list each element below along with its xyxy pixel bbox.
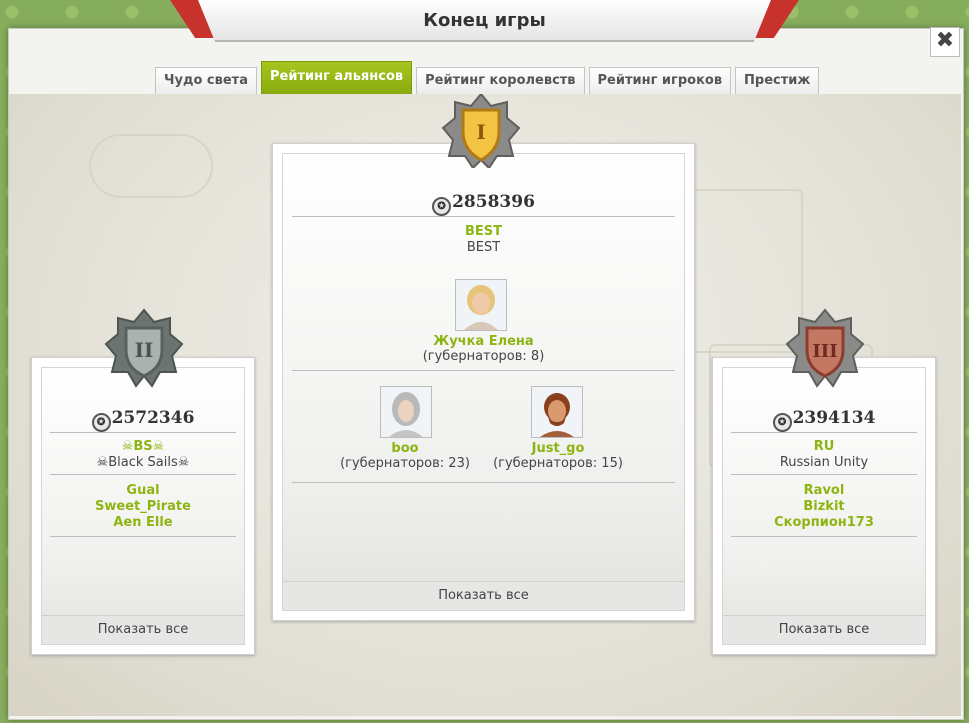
points-icon: ✪: [772, 413, 792, 432]
avatar[interactable]: [380, 386, 432, 438]
governors-count: (губернаторов: 8): [422, 349, 545, 364]
alliance-score: ✪ 2858396: [283, 192, 684, 216]
tab-alliance-rating[interactable]: Рейтинг альянсов: [261, 61, 413, 94]
alliance-name: BEST: [466, 240, 501, 255]
alliance-tag[interactable]: RU: [723, 439, 925, 454]
leader-entry: Жучка Елена (губернаторов: 8): [283, 334, 684, 364]
avatar[interactable]: [455, 279, 507, 331]
member-name[interactable]: Just_go: [486, 441, 630, 456]
alliance-card-third: ✪ 2394134 RU Russian Unity Ravol Bizkit С…: [712, 357, 936, 655]
points-icon: ✪: [432, 197, 452, 216]
alliance-name: Russian Unity: [779, 455, 869, 470]
portrait-bearded-man-icon: [532, 387, 582, 437]
alliance-card-first: ✪ 2858396 BEST BEST Жучка Елена (губернат…: [272, 143, 695, 621]
alliance-score: ✪ 2572346: [42, 408, 244, 432]
title-ribbon: Конец игры: [170, 0, 799, 44]
rank-label: I: [476, 120, 485, 144]
tab-kingdom-rating[interactable]: Рейтинг королевств: [416, 67, 585, 94]
show-all-button[interactable]: Показать все: [723, 615, 925, 644]
rank-bronze-badge-icon: III: [785, 308, 865, 388]
tab-bar: Чудо света Рейтинг альянсов Рейтинг коро…: [155, 60, 820, 94]
alliance-tag[interactable]: ☠BS☠: [42, 439, 244, 454]
portrait-blonde-woman-icon: [456, 280, 506, 330]
member-entry: boo (губернаторов: 23): [333, 441, 477, 471]
window-title: Конец игры: [423, 10, 546, 31]
member-name[interactable]: Bizkit: [723, 499, 925, 514]
alliance-name: ☠Black Sails☠: [96, 455, 190, 470]
member-name[interactable]: Скорпион173: [723, 515, 925, 530]
tab-player-rating[interactable]: Рейтинг игроков: [588, 67, 732, 94]
governors-count: (губернаторов: 15): [493, 456, 623, 471]
show-all-button[interactable]: Показать все: [283, 581, 684, 610]
alliance-score: ✪ 2394134: [723, 408, 925, 432]
rank-silver-badge-icon: II: [104, 308, 184, 388]
rank-label: II: [135, 338, 154, 362]
alliance-tag[interactable]: BEST: [283, 224, 684, 239]
tab-wonder[interactable]: Чудо света: [155, 67, 257, 94]
member-name[interactable]: Sweet_Pirate: [42, 499, 244, 514]
member-name[interactable]: Aen Elle: [42, 515, 244, 530]
member-name[interactable]: Gual: [42, 483, 244, 498]
rank-gold-badge-icon: I: [441, 94, 521, 168]
member-entry: Just_go (губернаторов: 15): [486, 441, 630, 471]
member-name[interactable]: Ravol: [723, 483, 925, 498]
alliance-card-second: ✪ 2572346 ☠BS☠ ☠Black Sails☠ Gual Sweet_P…: [31, 357, 255, 655]
points-icon: ✪: [91, 413, 111, 432]
avatar[interactable]: [531, 386, 583, 438]
portrait-old-woman-icon: [381, 387, 431, 437]
governors-count: (губернаторов: 23): [340, 456, 470, 471]
member-name[interactable]: boo: [333, 441, 477, 456]
rank-label: III: [812, 341, 837, 362]
member-name[interactable]: Жучка Елена: [283, 334, 684, 349]
content-area: ✪ 2572346 ☠BS☠ ☠Black Sails☠ Gual Sweet_P…: [9, 94, 961, 716]
close-button[interactable]: ✖: [930, 27, 960, 57]
show-all-button[interactable]: Показать все: [42, 615, 244, 644]
background-cloud: [89, 134, 213, 198]
tab-prestige[interactable]: Престиж: [735, 67, 820, 94]
